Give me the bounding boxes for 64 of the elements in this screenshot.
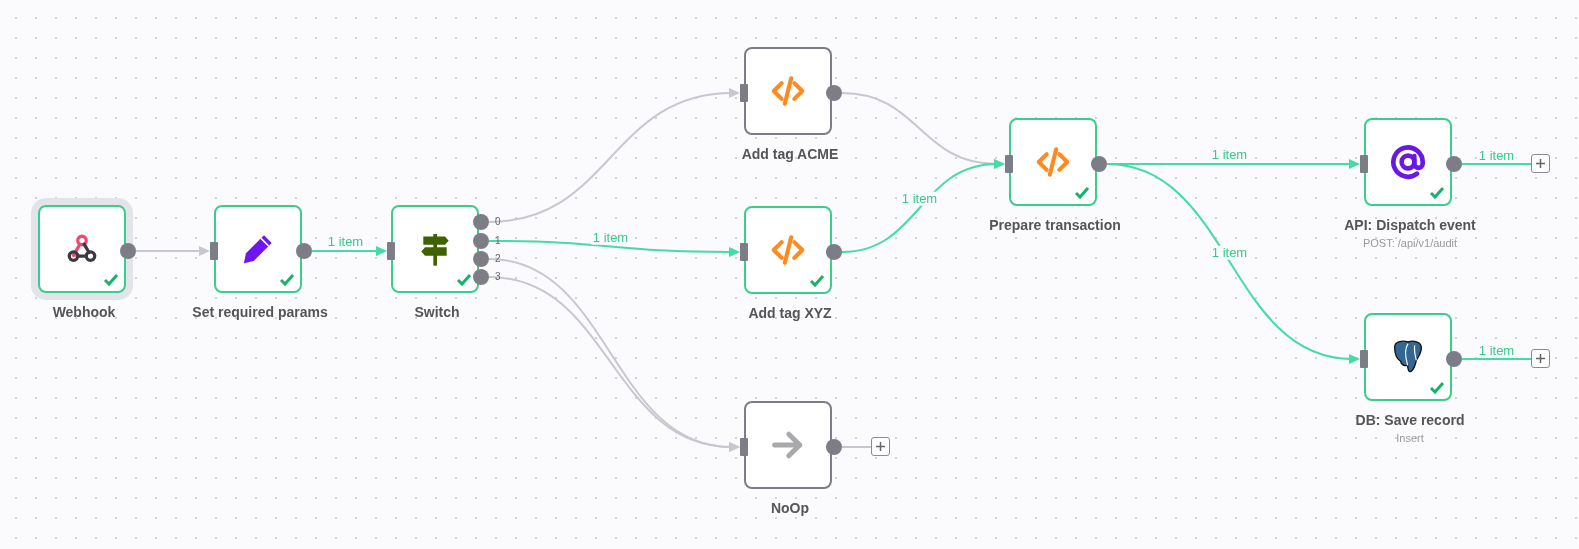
output-label: 1 — [495, 236, 501, 246]
item-count-label: 1 item — [899, 191, 940, 206]
at-sign-icon — [1388, 142, 1428, 182]
add-node-button[interactable] — [871, 437, 890, 456]
success-check-icon — [279, 273, 295, 286]
workflow-node[interactable] — [391, 205, 479, 293]
output-handle[interactable] — [473, 214, 489, 230]
workflow-node[interactable] — [744, 47, 832, 135]
item-count-label: 1 item — [1476, 343, 1517, 358]
input-handle[interactable] — [387, 242, 395, 260]
workflow-node[interactable] — [744, 401, 832, 489]
success-check-icon — [1429, 381, 1445, 394]
node-title: Set required params — [192, 303, 328, 322]
input-handle[interactable] — [740, 243, 748, 261]
output-handle[interactable] — [826, 244, 842, 260]
input-handle[interactable] — [1360, 350, 1368, 368]
plus-icon — [875, 441, 886, 452]
success-check-icon — [103, 273, 119, 286]
output-label: 3 — [495, 272, 501, 282]
item-count-label: 1 item — [1476, 148, 1517, 163]
node-title: DB: Save record — [1355, 411, 1465, 430]
add-node-button[interactable] — [1531, 349, 1550, 368]
node-title: Add tag ACME — [741, 145, 839, 164]
success-check-icon — [809, 274, 825, 287]
node-title: NoOp — [770, 499, 810, 518]
item-count-label: 1 item — [1209, 147, 1250, 162]
input-handle[interactable] — [740, 438, 748, 456]
output-label: 0 — [495, 217, 501, 227]
output-handle[interactable] — [826, 439, 842, 455]
success-check-icon — [1429, 186, 1445, 199]
input-handle[interactable] — [740, 84, 748, 102]
output-handle[interactable] — [1446, 351, 1462, 367]
output-handle[interactable] — [473, 269, 489, 285]
item-count-label: 1 item — [590, 230, 631, 245]
input-handle[interactable] — [210, 242, 218, 260]
node-title: Webhook — [52, 303, 116, 322]
node-title: Switch — [414, 303, 460, 322]
input-handle[interactable] — [1005, 155, 1013, 173]
output-handle[interactable] — [296, 243, 312, 259]
workflow-node[interactable] — [744, 206, 832, 294]
output-handle[interactable] — [120, 243, 136, 259]
node-title: Prepare transaction — [989, 216, 1121, 235]
output-handle[interactable] — [473, 233, 489, 249]
node-title: Add tag XYZ — [748, 304, 832, 323]
input-handle[interactable] — [1360, 155, 1368, 173]
node-subtitle: POST: /api/v1/audit — [1362, 236, 1458, 251]
output-handle[interactable] — [1446, 156, 1462, 172]
workflow-node[interactable] — [1009, 118, 1097, 206]
item-count-label: 1 item — [1209, 245, 1250, 260]
success-check-icon — [456, 273, 472, 286]
output-handle[interactable] — [473, 251, 489, 267]
node-subtitle: Insert — [1396, 431, 1424, 446]
workflow-node[interactable] — [1364, 313, 1452, 401]
add-node-button[interactable] — [1531, 154, 1550, 173]
plus-icon — [1535, 158, 1546, 169]
plus-icon — [1535, 353, 1546, 364]
success-check-icon — [1074, 186, 1090, 199]
node-title: API: Dispatch event — [1344, 216, 1476, 235]
workflow-node[interactable] — [1364, 118, 1452, 206]
output-handle[interactable] — [1091, 156, 1107, 172]
output-handle[interactable] — [826, 85, 842, 101]
output-label: 2 — [495, 254, 501, 264]
item-count-label: 1 item — [325, 234, 366, 249]
workflow-node[interactable] — [214, 205, 302, 293]
